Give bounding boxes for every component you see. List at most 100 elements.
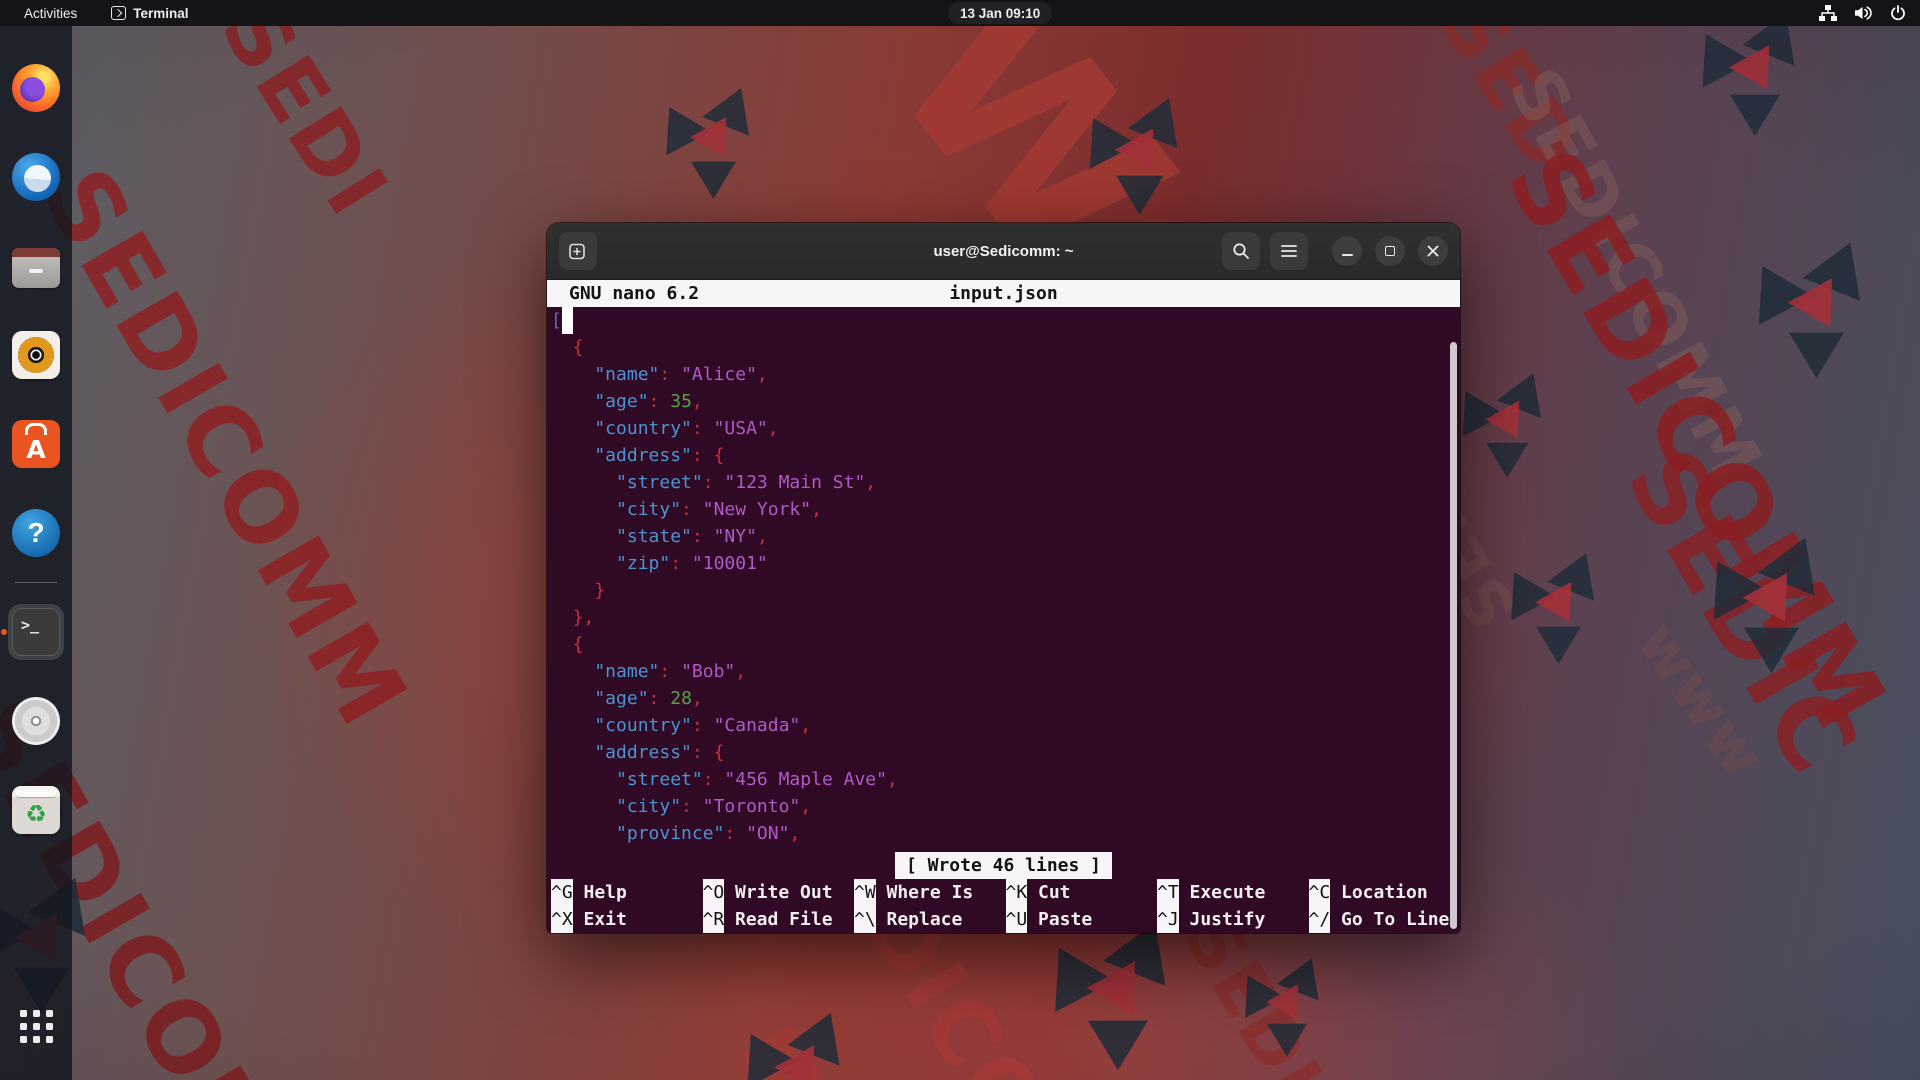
code-token: : <box>681 796 703 817</box>
shortcut-item: ^OWrite Out <box>703 879 855 906</box>
shortcut-label: Execute <box>1190 879 1266 906</box>
dock-item-disc[interactable] <box>8 693 64 749</box>
new-tab-icon <box>568 241 588 261</box>
code-token: "age" <box>551 688 649 709</box>
shortcut-item: ^J Justify <box>1157 906 1309 933</box>
thunderbird-icon <box>12 153 60 201</box>
code-token: "zip" <box>551 553 670 574</box>
shortcut-item: ^KCut <box>1006 879 1158 906</box>
help-icon: ? <box>12 509 60 557</box>
maximize-button[interactable] <box>1375 236 1405 266</box>
editor-line: "city": "New York", <box>551 496 1460 523</box>
code-token: "country" <box>551 418 692 439</box>
search-button[interactable] <box>1222 232 1260 270</box>
editor-line: "address": { <box>551 739 1460 766</box>
dock-item-rhythmbox[interactable] <box>8 327 64 383</box>
editor-line: "city": "Toronto", <box>551 793 1460 820</box>
shortcut-label: Paste <box>1038 906 1092 933</box>
menu-button[interactable] <box>1270 232 1308 270</box>
code-token: , <box>800 715 811 736</box>
shortcut-key: ^C <box>1309 879 1331 906</box>
show-apps-button[interactable] <box>8 998 64 1054</box>
code-token: "city" <box>551 796 681 817</box>
text-cursor <box>562 307 573 334</box>
network-icon <box>1819 5 1837 21</box>
code-token: , <box>692 391 703 412</box>
terminal-icon-glyph: >_ <box>21 616 39 634</box>
shortcut-key: ^/ <box>1309 906 1331 933</box>
code-token: : { <box>692 445 725 466</box>
shortcut-item: ^UPaste <box>1006 906 1158 933</box>
app-grid-icon <box>20 1010 53 1043</box>
editor-line: { <box>551 631 1460 658</box>
code-token: "ON" <box>746 823 789 844</box>
dock-item-trash[interactable]: ♻ <box>8 782 64 838</box>
shortcut-label: Justify <box>1190 906 1266 933</box>
dock-divider <box>15 582 57 583</box>
editor-line: } <box>551 577 1460 604</box>
shortcut-item: ^\Replace <box>854 906 1006 933</box>
system-tray[interactable] <box>1809 0 1920 26</box>
shortcut-key: ^J <box>1157 906 1179 933</box>
editor-line: }, <box>551 604 1460 631</box>
help-icon-glyph: ? <box>12 509 60 557</box>
code-token: "456 Maple Ave" <box>724 769 887 790</box>
shortcut-label: Location <box>1341 879 1428 906</box>
code-token: "address" <box>551 445 692 466</box>
code-token: : <box>692 418 714 439</box>
nano-file-name: input.json <box>547 280 1460 307</box>
code-token: "name" <box>551 661 659 682</box>
editor-line: "address": { <box>551 442 1460 469</box>
dock-item-files[interactable] <box>8 238 64 294</box>
editor-line: { <box>551 334 1460 361</box>
shortcut-label: Exit <box>584 906 627 933</box>
close-button[interactable] <box>1418 236 1448 266</box>
code-token: } <box>551 580 605 601</box>
title-bar[interactable]: user@Sedicomm: ~ <box>547 223 1460 280</box>
shortcut-key: ^\ <box>854 906 876 933</box>
shortcut-label: Where Is <box>887 879 974 906</box>
code-token: : <box>724 823 746 844</box>
new-tab-button[interactable] <box>559 232 597 270</box>
software-icon-glyph: A <box>12 430 60 468</box>
editor-text-area[interactable]: [ { "name": "Alice", "age": 35, "country… <box>547 307 1460 852</box>
shortcut-label: Go To Line <box>1341 906 1449 933</box>
code-token: , <box>811 499 822 520</box>
volume-icon <box>1854 5 1873 21</box>
app-menu[interactable]: Terminal <box>111 6 188 21</box>
dock-item-terminal[interactable]: >_ <box>8 604 64 660</box>
code-token: "country" <box>551 715 692 736</box>
dock-item-help[interactable]: ? <box>8 505 64 561</box>
terminal-scrollbar[interactable] <box>1450 342 1457 929</box>
shortcut-key: ^G <box>551 879 573 906</box>
code-token: : <box>692 526 714 547</box>
code-token: "age" <box>551 391 649 412</box>
shortcut-label: Read File <box>735 906 833 933</box>
dock-item-firefox[interactable] <box>8 60 64 116</box>
nano-shortcuts: ^GHelp^OWrite Out^WWhere Is^KCut^TExecut… <box>547 879 1460 933</box>
code-token: "street" <box>551 472 703 493</box>
desktop: SEDISEDICOMMWWWW.SEDSEDICOMMSEDICOMMSEDI… <box>0 0 1920 1080</box>
minimize-icon <box>1342 254 1353 256</box>
software-icon: A <box>12 420 60 468</box>
dock-item-thunderbird[interactable] <box>8 149 64 205</box>
code-token: , <box>692 688 703 709</box>
editor-line: "province": "ON", <box>551 820 1460 847</box>
power-icon <box>1890 5 1906 21</box>
nano-editor[interactable]: GNU nano 6.2 input.json [ { "name": "Ali… <box>547 280 1460 933</box>
editor-line: "name": "Bob", <box>551 658 1460 685</box>
code-token: : <box>649 688 671 709</box>
minimize-button[interactable] <box>1332 236 1362 266</box>
clock[interactable]: 13 Jan 09:10 <box>948 2 1052 24</box>
terminal-window: user@Sedicomm: ~ <box>547 223 1460 933</box>
hamburger-icon <box>1281 244 1297 258</box>
code-token: , <box>757 364 768 385</box>
activities-button[interactable]: Activities <box>16 4 85 23</box>
code-token: , <box>768 418 779 439</box>
dock-item-software[interactable]: A <box>8 416 64 472</box>
terminal-icon: >_ <box>12 608 60 656</box>
files-icon <box>12 248 60 288</box>
code-token: , <box>800 796 811 817</box>
shortcut-item: ^XExit <box>551 906 703 933</box>
code-token: , <box>735 661 746 682</box>
